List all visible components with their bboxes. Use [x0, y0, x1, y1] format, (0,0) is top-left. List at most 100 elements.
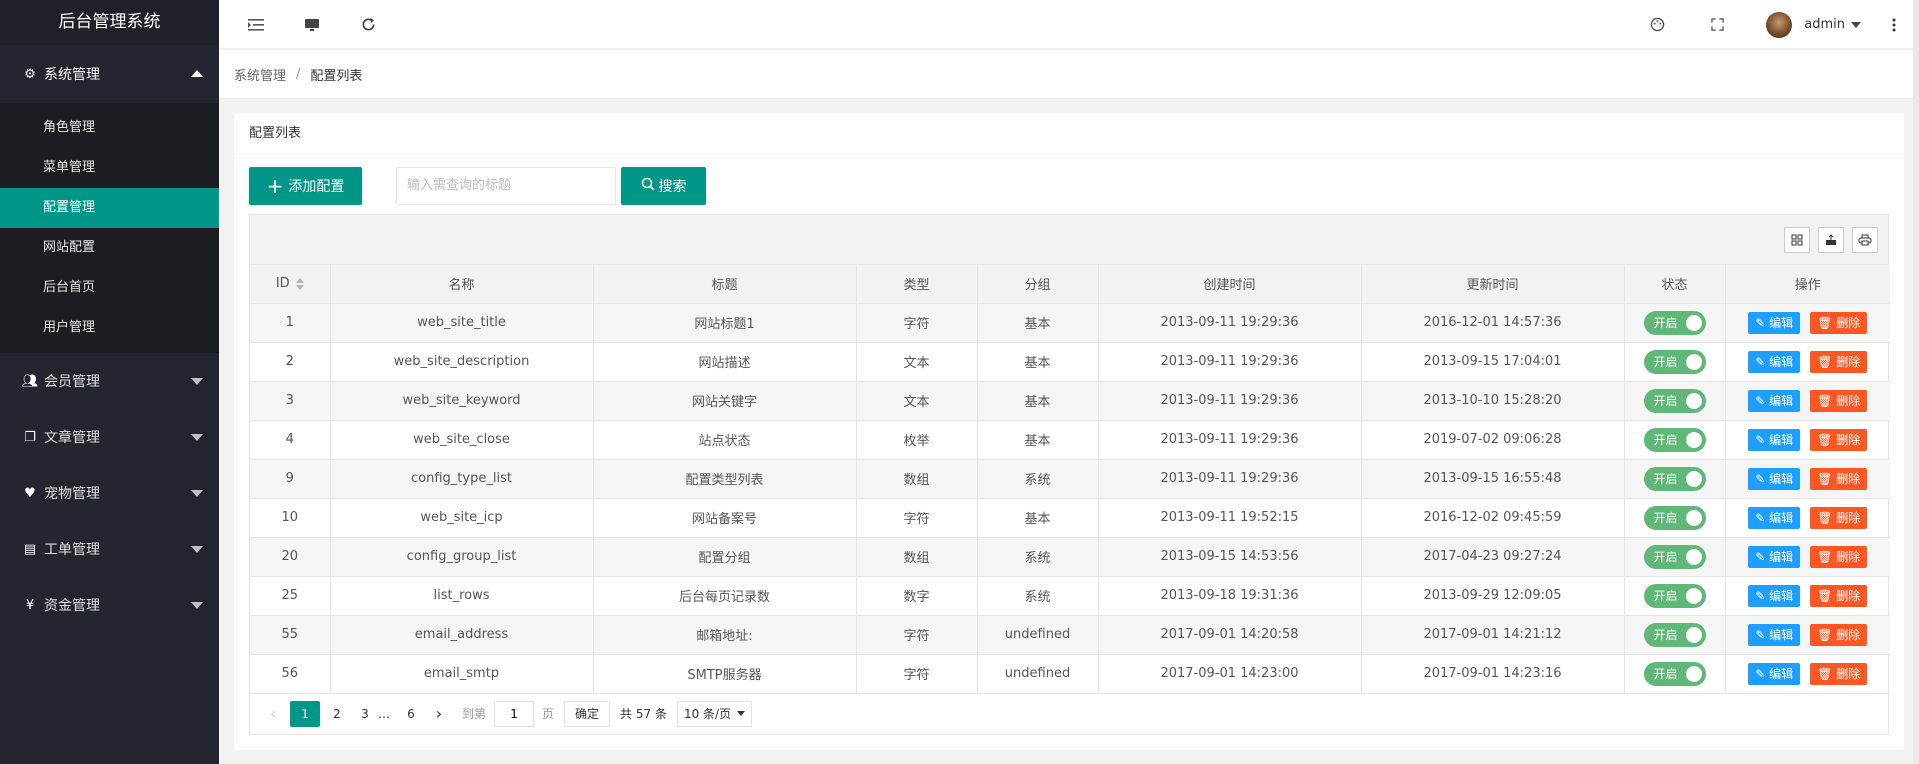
menu-shrink-icon[interactable] — [247, 16, 265, 34]
sidebar-group-label: 会员管理 — [44, 374, 100, 390]
edit-button[interactable]: ✎ 编辑 — [1748, 506, 1801, 529]
edit-button[interactable]: ✎ 编辑 — [1748, 311, 1801, 334]
status-switch[interactable]: 开启 — [1643, 661, 1706, 686]
sidebar-item-admin-home[interactable]: 后台首页 — [0, 268, 219, 308]
page-6[interactable]: 6 — [400, 701, 422, 727]
page-2[interactable]: 2 — [326, 701, 348, 727]
monitor-icon[interactable] — [303, 16, 321, 34]
more-vertical-icon[interactable] — [1885, 16, 1903, 34]
export-icon[interactable] — [1818, 227, 1844, 253]
yen-icon: ¥ — [25, 597, 35, 613]
delete-button[interactable]: 🗑︎ 删除 — [1810, 584, 1868, 607]
search-label: 搜索 — [658, 178, 687, 195]
cell-updated: 2013-10-10 15:28:20 — [1361, 381, 1625, 421]
delete-button[interactable]: 🗑︎ 删除 — [1810, 428, 1868, 451]
page-size-select[interactable]: 10 条/页 — [676, 700, 753, 727]
delete-button[interactable]: 🗑︎ 删除 — [1810, 623, 1868, 646]
sidebar-group-ticket[interactable]: ▤ 工单管理 — [0, 521, 219, 577]
user-name[interactable]: admin — [1804, 17, 1845, 32]
add-config-button[interactable]: + 添加配置 — [249, 166, 362, 205]
card-title: 配置列表 — [234, 113, 1904, 155]
cell-created: 2013-09-18 19:31:36 — [1098, 576, 1362, 616]
status-switch[interactable]: 开启 — [1643, 349, 1706, 374]
delete-button[interactable]: 🗑︎ 删除 — [1810, 389, 1868, 412]
edit-button[interactable]: ✎ 编辑 — [1748, 467, 1801, 490]
refresh-icon[interactable] — [359, 16, 377, 34]
app-logo-title[interactable]: 后台管理系统 — [0, 0, 219, 45]
switch-knob — [1685, 548, 1702, 565]
edit-button[interactable]: ✎ 编辑 — [1748, 584, 1801, 607]
edit-button[interactable]: ✎ 编辑 — [1748, 350, 1801, 373]
switch-label: 开启 — [1653, 471, 1678, 486]
cell-title: 站点状态 — [593, 420, 857, 460]
next-page-icon[interactable]: › — [428, 701, 450, 727]
caret-down-icon[interactable] — [1851, 21, 1861, 28]
prev-page-icon[interactable]: ‹ — [262, 701, 284, 727]
col-id[interactable]: ID — [250, 265, 331, 304]
status-switch[interactable]: 开启 — [1643, 427, 1706, 452]
sidebar-item-menu[interactable]: 菜单管理 — [0, 148, 219, 188]
avatar[interactable] — [1766, 11, 1793, 38]
cell-created: 2017-09-01 14:23:00 — [1098, 654, 1362, 694]
sort-icon[interactable] — [295, 277, 304, 290]
columns-filter-icon[interactable] — [1784, 227, 1810, 253]
status-switch[interactable]: 开启 — [1643, 583, 1706, 608]
goto-confirm-button[interactable]: 确定 — [564, 700, 611, 727]
delete-button[interactable]: 🗑︎ 删除 — [1810, 506, 1868, 529]
status-switch[interactable]: 开启 — [1643, 622, 1706, 647]
search-input[interactable] — [396, 166, 616, 205]
delete-button[interactable]: 🗑︎ 删除 — [1810, 662, 1868, 685]
sidebar-item-role[interactable]: 角色管理 — [0, 108, 219, 148]
delete-button[interactable]: 🗑︎ 删除 — [1810, 545, 1868, 568]
cell-updated: 2019-07-02 09:06:28 — [1361, 420, 1625, 460]
table-toolbar — [250, 215, 1888, 265]
page-3[interactable]: 3 — [354, 701, 376, 727]
edit-label: 编辑 — [1769, 471, 1794, 486]
col-type: 类型 — [856, 265, 978, 304]
edit-button[interactable]: ✎ 编辑 — [1748, 623, 1801, 646]
edit-button[interactable]: ✎ 编辑 — [1748, 428, 1801, 451]
col-group: 分组 — [977, 265, 1099, 304]
search-button[interactable]: 搜索 — [621, 166, 706, 205]
sidebar-group-pet[interactable]: ♥ 宠物管理 — [0, 465, 219, 521]
delete-label: 删除 — [1836, 627, 1861, 642]
status-switch[interactable]: 开启 — [1643, 388, 1706, 413]
cell-status: 开启 — [1624, 654, 1726, 694]
sidebar-group-member[interactable]: 👥︎ 会员管理 — [0, 353, 219, 409]
copy-icon: ❐ — [24, 429, 36, 445]
page-1[interactable]: 1 — [290, 700, 320, 727]
trash-icon: 🗑︎ — [1817, 549, 1833, 564]
status-switch[interactable]: 开启 — [1643, 505, 1706, 530]
fullscreen-icon[interactable] — [1708, 16, 1726, 34]
delete-label: 删除 — [1836, 354, 1861, 369]
table-header-row: ID 名称 标题 类型 分组 创建时间 更新时间 状态 操作 — [250, 265, 1890, 304]
cell-group: 基本 — [977, 342, 1099, 382]
theme-icon[interactable] — [1648, 16, 1666, 34]
goto-page-input[interactable] — [494, 700, 535, 727]
breadcrumb-parent[interactable]: 系统管理 — [234, 65, 286, 84]
edit-button[interactable]: ✎ 编辑 — [1748, 389, 1801, 412]
status-switch[interactable]: 开启 — [1643, 544, 1706, 569]
page-scrollbar[interactable] — [1913, 0, 1919, 764]
sidebar-item-config[interactable]: 配置管理 — [0, 188, 219, 228]
sidebar-item-user[interactable]: 用户管理 — [0, 308, 219, 348]
sidebar-group-finance[interactable]: ¥ 资金管理 — [0, 577, 219, 633]
edit-button[interactable]: ✎ 编辑 — [1748, 662, 1801, 685]
cell-group: 系统 — [977, 537, 1099, 577]
status-switch[interactable]: 开启 — [1643, 466, 1706, 491]
delete-button[interactable]: 🗑︎ 删除 — [1810, 311, 1868, 334]
sidebar-item-site-config[interactable]: 网站配置 — [0, 228, 219, 268]
edit-label: 编辑 — [1769, 315, 1794, 330]
switch-label: 开启 — [1653, 666, 1678, 681]
print-icon[interactable] — [1852, 227, 1878, 253]
cell-actions: ✎ 编辑 🗑︎ 删除 — [1725, 498, 1890, 538]
pencil-icon: ✎ — [1755, 627, 1766, 642]
delete-button[interactable]: 🗑︎ 删除 — [1810, 467, 1868, 490]
sidebar-group-system[interactable]: ⚙ 系统管理 — [0, 45, 219, 103]
edit-button[interactable]: ✎ 编辑 — [1748, 545, 1801, 568]
cell-status: 开启 — [1624, 615, 1726, 655]
status-switch[interactable]: 开启 — [1643, 310, 1706, 335]
sidebar-group-article[interactable]: ❐ 文章管理 — [0, 409, 219, 465]
delete-button[interactable]: 🗑︎ 删除 — [1810, 350, 1868, 373]
total-count: 共 57 条 — [620, 707, 667, 721]
